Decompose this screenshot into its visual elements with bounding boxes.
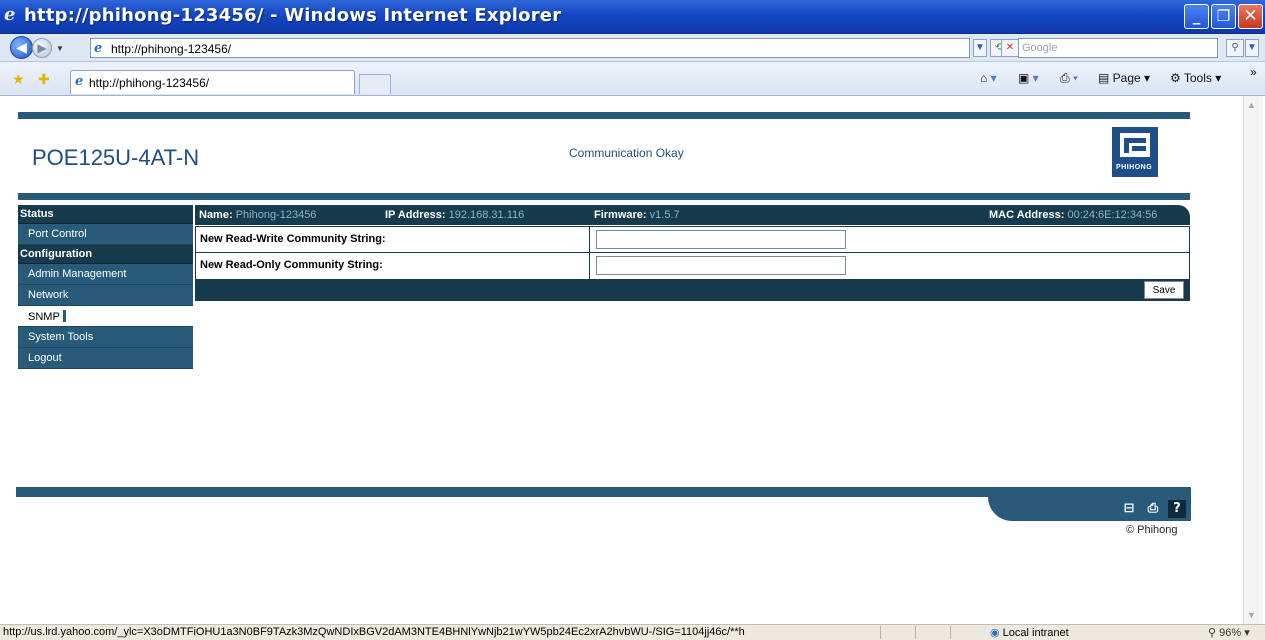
tab-label: http://phihong-123456/ [89,76,210,90]
tools-menu[interactable]: ⚙ Tools ▾ [1170,71,1221,85]
print-icon[interactable]: ⎙ [1144,500,1162,518]
stop-icon[interactable]: ✕ [1001,39,1019,57]
feeds-icon[interactable]: ▣ ▾ [1018,71,1039,85]
history-dropdown-icon[interactable]: ▼ [56,44,64,53]
logo-text: PHIHONG [1116,164,1153,171]
sidebar-item-system-tools[interactable]: System Tools [18,327,193,348]
page-viewport: POE125U-4AT-N Communication Okay PHIHONG… [8,97,1253,624]
url-dropdown-icon[interactable]: ▼ [973,39,987,57]
firmware-label: Firmware: [594,209,647,221]
snmp-community-form: New Read-Write Community String: New Rea… [195,226,1190,280]
zoom-icon: ⚲ [1208,627,1217,639]
sidebar-item-logout[interactable]: Logout [18,348,193,369]
mac-label: MAC Address: [989,209,1065,221]
security-zone: ◉ Local intranet [990,626,1069,639]
sidebar-item-snmp[interactable]: SNMP [18,306,193,327]
help-icon[interactable]: ? [1168,500,1186,518]
ip-value: 192.168.31.116 [448,209,525,221]
phihong-logo: PHIHONG [1112,127,1158,177]
ie-icon: e [4,4,16,25]
status-separator [880,626,881,639]
zoom-level[interactable]: ⚲ 96% ▾ [1208,626,1250,639]
page-menu-label: Page [1112,71,1141,85]
tools-menu-label: Tools [1183,71,1212,85]
column-divider [589,227,590,253]
read-only-community-input[interactable] [596,256,846,275]
footer-icon-tab: ⊟ ⎙ ? [988,497,1191,521]
tab-page-icon: e [75,74,84,89]
ip-label: IP Address: [385,209,446,221]
sidebar-section-status: Status [18,205,193,224]
home-icon[interactable]: ⊟ [1120,500,1138,518]
print-icon[interactable]: ⎙ ▾ [1060,71,1078,86]
scroll-down-icon[interactable]: ▼ [1247,610,1256,620]
vertical-scrollbar[interactable]: ▲ ▼ [1243,96,1263,624]
mac-value: 00:24:6E:12:34:56 [1067,209,1158,221]
name-label: Name: [199,209,233,221]
status-separator [915,626,916,639]
forward-button[interactable]: ▶ [32,38,52,58]
read-only-label: New Read-Only Community String: [200,259,383,271]
save-button[interactable]: Save [1144,281,1184,299]
name-value: Phihong-123456 [235,209,317,221]
mac-address-info: MAC Address: 00:24:6E:12:34:56 [989,209,1157,221]
minimize-button[interactable]: _ [1184,4,1209,29]
window-title: http://phihong-123456/ - Windows Interne… [24,5,562,26]
zone-icon: ◉ [990,627,1000,639]
logo-mark-icon [1120,133,1150,157]
search-input[interactable]: Google [1018,38,1218,58]
url-input[interactable]: e http://phihong-123456/ [90,38,970,58]
tab-current[interactable]: e http://phihong-123456/ [70,70,355,94]
sidebar-section-configuration: Configuration [18,245,193,264]
url-text: http://phihong-123456/ [111,42,232,56]
search-icon[interactable]: ⚲ [1226,39,1244,57]
window-title-bar: e http://phihong-123456/ - Windows Inter… [0,0,1265,34]
form-row-read-write: New Read-Write Community String: [196,227,1189,253]
page-menu[interactable]: ▤ Page ▾ [1098,71,1150,85]
zoom-value: 96% [1219,627,1242,639]
status-bar: http://us.lrd.yahoo.com/_ylc=X3oDMTFiOHU… [0,624,1265,640]
form-footer-bar: Save [195,279,1190,301]
sidebar: Status Port Control Configuration Admin … [18,205,193,369]
maximize-button[interactable]: ❐ [1211,4,1236,29]
search-placeholder: Google [1022,42,1058,54]
back-button[interactable]: ◀ [10,36,33,59]
device-model-title: POE125U-4AT-N [32,145,200,170]
favorites-star-icon[interactable]: ★ [12,71,25,88]
form-row-read-only: New Read-Only Community String: [196,253,1189,279]
footer-band [16,487,1191,497]
communication-status: Communication Okay [569,146,684,160]
sidebar-item-admin-management[interactable]: Admin Management [18,264,193,285]
column-divider [589,253,590,279]
device-info-bar: Name: Phihong-123456 IP Address: 192.168… [195,205,1190,225]
firmware-value: v1.5.7 [649,209,680,221]
ip-address-info: IP Address: 192.168.31.116 [385,209,524,221]
header-bottom-band [18,193,1190,200]
scroll-up-icon[interactable]: ▲ [1247,100,1256,110]
read-write-label: New Read-Write Community String: [200,233,386,245]
header-top-band [18,112,1190,119]
close-button[interactable]: ✕ [1238,4,1263,29]
read-write-community-input[interactable] [596,230,846,249]
add-favorites-icon[interactable]: ✚ [38,71,50,88]
sidebar-item-port-control[interactable]: Port Control [18,224,193,245]
status-url: http://us.lrd.yahoo.com/_ylc=X3oDMTFiOHU… [3,626,745,638]
device-name-info: Name: Phihong-123456 [199,209,316,221]
search-options-icon[interactable]: ▼ [1245,39,1259,57]
more-chevron-icon[interactable]: » [1250,65,1257,79]
address-bar: ◀ ▶ ▼ e http://phihong-123456/ ▼ ⟲ ✕ Goo… [0,34,1265,62]
copyright-text: © Phihong [1126,524,1178,536]
zone-label: Local intranet [1002,627,1069,639]
status-separator [950,626,951,639]
home-icon[interactable]: ⌂ ▾ [980,71,997,85]
sidebar-item-network[interactable]: Network [18,285,193,306]
tab-bar: ★ ✚ e http://phihong-123456/ ⌂ ▾ ▣ ▾ ⎙ ▾… [0,62,1265,96]
new-tab-button[interactable] [359,74,391,94]
firmware-info: Firmware: v1.5.7 [594,209,680,221]
page-icon: e [94,41,103,56]
